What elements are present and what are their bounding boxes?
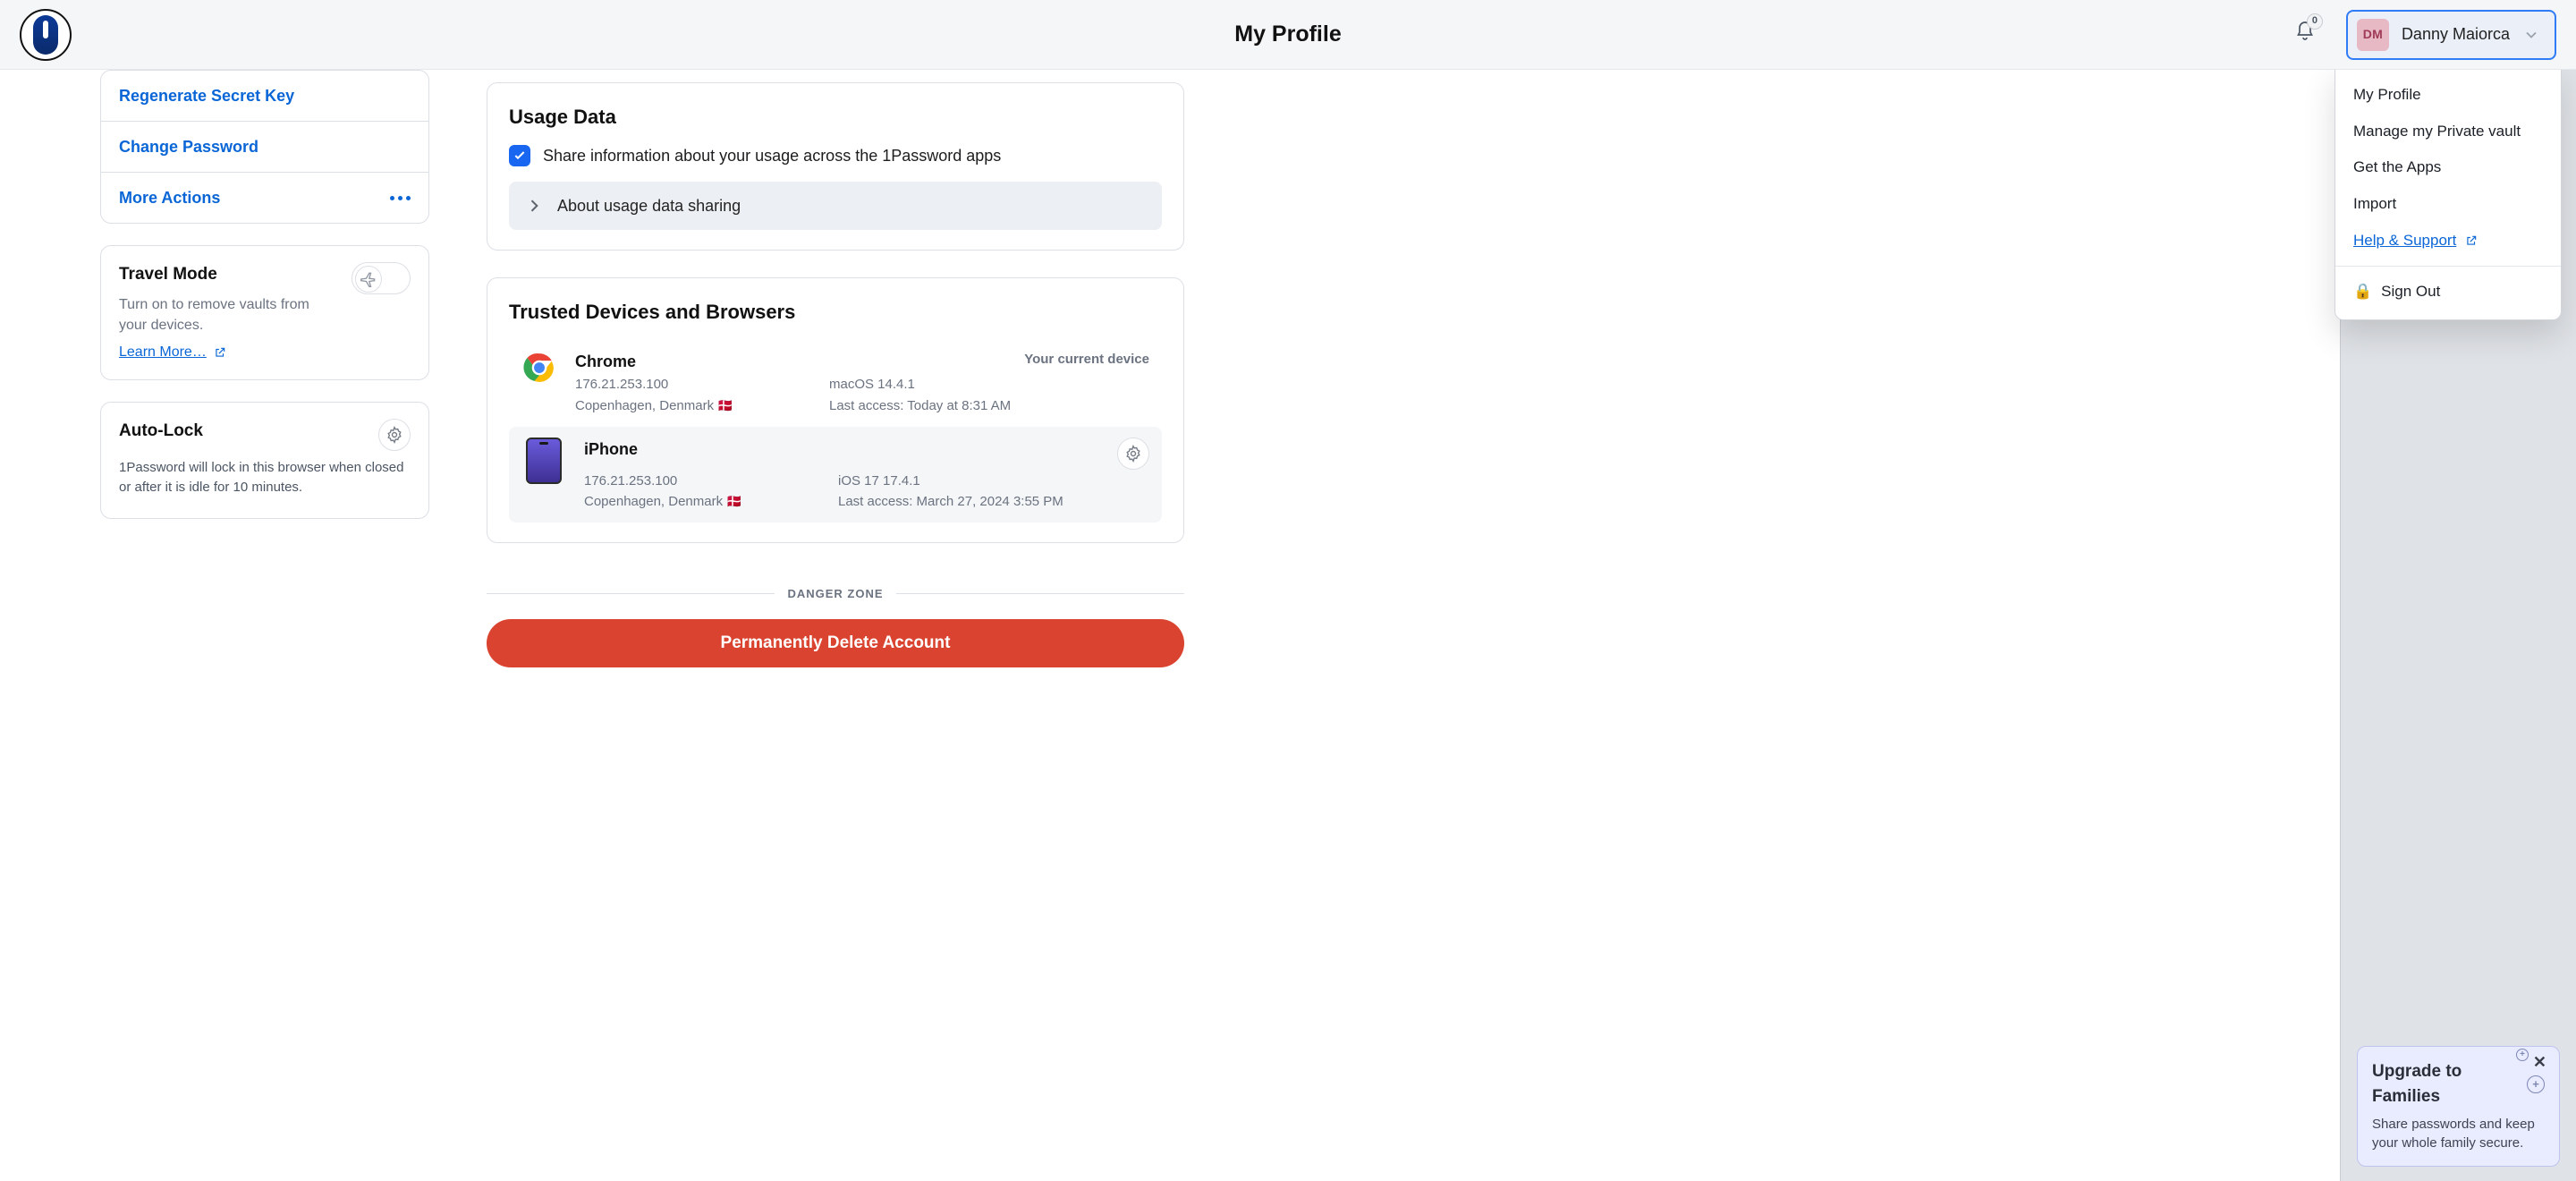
regenerate-secret-key-link[interactable]: Regenerate Secret Key: [101, 71, 428, 121]
menu-my-profile[interactable]: My Profile: [2335, 77, 2561, 114]
menu-sign-out-label: Sign Out: [2381, 281, 2440, 303]
about-usage-disclosure[interactable]: About usage data sharing: [509, 182, 1162, 230]
plus-icon: +: [2527, 1075, 2545, 1093]
usage-share-label: Share information about your usage acros…: [543, 144, 1001, 167]
chrome-icon: [521, 350, 557, 386]
chevron-down-icon: [2522, 26, 2540, 44]
device-name: Chrome: [575, 350, 808, 373]
usage-share-checkbox[interactable]: [509, 145, 530, 166]
flag-icon: 🇩🇰: [726, 494, 741, 508]
auto-lock-settings-button[interactable]: [378, 419, 411, 451]
danger-zone-label: DANGER ZONE: [775, 587, 895, 600]
device-location: Copenhagen, Denmark🇩🇰: [584, 492, 817, 512]
lock-icon: 🔒: [2353, 281, 2372, 303]
auto-lock-desc: 1Password will lock in this browser when…: [119, 458, 411, 497]
device-settings-button[interactable]: [1117, 438, 1149, 470]
disclosure-label: About usage data sharing: [557, 194, 741, 217]
external-link-icon: [2465, 234, 2478, 247]
main-column: Usage Data Share information about your …: [487, 70, 1184, 667]
danger-zone: DANGER ZONE Permanently Delete Account: [487, 582, 1184, 667]
chevron-right-icon: [525, 197, 543, 215]
left-column: Regenerate Secret Key Change Password Mo…: [100, 70, 429, 519]
device-last-access: Last access: Today at 8:31 AM: [829, 396, 1149, 416]
device-location: Copenhagen, Denmark🇩🇰: [575, 396, 808, 416]
current-device-label: Your current device: [1024, 350, 1149, 370]
auto-lock-card: Auto-Lock 1Password will lock in this br…: [100, 402, 429, 520]
notification-count: 0: [2307, 13, 2323, 30]
device-row[interactable]: iPhone 176.21.253.100 iOS 17 17.4.1 Cope: [509, 427, 1162, 523]
learn-more-label: Learn More…: [119, 342, 207, 362]
travel-mode-learn-more[interactable]: Learn More…: [119, 342, 226, 362]
account-dropdown: My Profile Manage my Private vault Get t…: [2334, 70, 2562, 320]
travel-mode-card: Travel Mode Turn on to remove vaults fro…: [100, 245, 429, 380]
phone-icon: [526, 438, 562, 484]
device-name: iPhone: [584, 438, 817, 461]
travel-mode-desc: Turn on to remove vaults from your devic…: [119, 294, 339, 336]
promo-close-button[interactable]: ✕: [2528, 1052, 2552, 1073]
upgrade-families-promo: + ✕ Upgrade to Families + Share password…: [2357, 1046, 2560, 1167]
page-title: My Profile: [1234, 18, 1341, 50]
device-row[interactable]: Chrome Your current device 176.21.253.10…: [509, 339, 1162, 427]
link-label: More Actions: [119, 186, 220, 209]
device-ip: 176.21.253.100: [584, 472, 817, 491]
menu-help-support[interactable]: Help & Support: [2335, 223, 2561, 259]
usage-data-card: Usage Data Share information about your …: [487, 82, 1184, 251]
travel-mode-title: Travel Mode: [119, 262, 339, 287]
device-os: iOS 17 17.4.1: [838, 472, 1149, 491]
right-rail: Invite People… My Profile Manage my Priv…: [2340, 70, 2576, 1181]
ellipsis-icon: [390, 196, 411, 200]
device-last-access: Last access: March 27, 2024 3:55 PM: [838, 492, 1149, 512]
link-label: Regenerate Secret Key: [119, 84, 294, 107]
account-actions-card: Regenerate Secret Key Change Password Mo…: [100, 70, 429, 224]
menu-manage-private-vault[interactable]: Manage my Private vault: [2335, 114, 2561, 150]
auto-lock-title: Auto-Lock: [119, 419, 203, 444]
gear-icon: [386, 426, 403, 444]
device-os: macOS 14.4.1: [829, 375, 1149, 395]
more-actions-link[interactable]: More Actions: [101, 172, 428, 223]
top-bar: My Profile 0 DM Danny Maiorca: [0, 0, 2576, 70]
menu-sign-out[interactable]: 🔒 Sign Out: [2335, 274, 2561, 310]
trusted-devices-title: Trusted Devices and Browsers: [509, 298, 1162, 327]
avatar: DM: [2357, 19, 2389, 51]
account-name: Danny Maiorca: [2402, 22, 2510, 46]
notifications-button[interactable]: 0: [2294, 21, 2316, 49]
gear-icon: [1124, 445, 1142, 463]
flag-icon: 🇩🇰: [717, 398, 733, 412]
link-label: Change Password: [119, 135, 258, 158]
external-link-icon: [214, 346, 226, 359]
menu-help-label: Help & Support: [2353, 230, 2456, 252]
change-password-link[interactable]: Change Password: [101, 121, 428, 172]
menu-get-apps[interactable]: Get the Apps: [2335, 149, 2561, 186]
usage-data-title: Usage Data: [509, 103, 1162, 132]
toggle-knob: [355, 266, 382, 293]
app-logo[interactable]: [20, 9, 72, 61]
travel-mode-toggle[interactable]: [352, 262, 411, 294]
airplane-icon: [360, 270, 377, 288]
promo-title: Upgrade to Families: [2372, 1059, 2518, 1109]
promo-body: Share passwords and keep your whole fami…: [2372, 1115, 2545, 1154]
check-icon: [513, 149, 527, 163]
delete-account-button[interactable]: Permanently Delete Account: [487, 619, 1184, 667]
device-ip: 176.21.253.100: [575, 375, 808, 395]
account-menu-button[interactable]: DM Danny Maiorca: [2346, 10, 2556, 60]
menu-import[interactable]: Import: [2335, 186, 2561, 223]
trusted-devices-card: Trusted Devices and Browsers: [487, 277, 1184, 543]
